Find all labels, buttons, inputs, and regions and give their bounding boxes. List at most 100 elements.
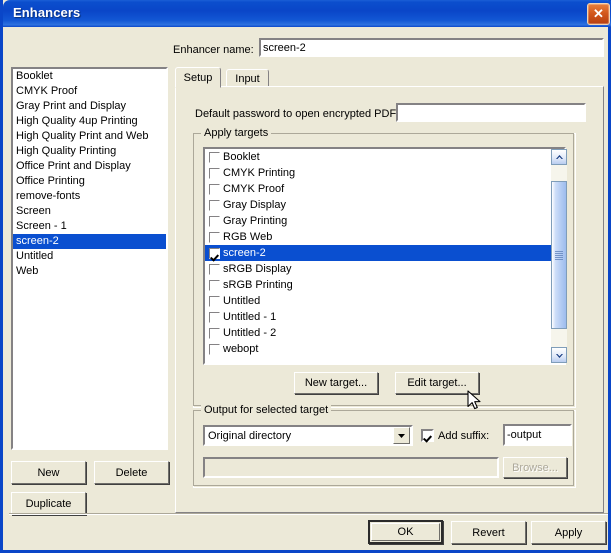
delete-button[interactable]: Delete: [94, 461, 169, 484]
enhancer-list-item[interactable]: High Quality 4up Printing: [13, 114, 166, 129]
apply-target-item[interactable]: Untitled - 2: [205, 325, 564, 341]
suffix-input[interactable]: [503, 424, 572, 446]
enhancer-list-item[interactable]: Booklet: [13, 69, 166, 84]
output-group-title: Output for selected target: [201, 404, 331, 416]
apply-target-checkbox[interactable]: [209, 312, 220, 323]
ok-button-label: OK: [398, 526, 414, 538]
ok-button[interactable]: OK: [368, 520, 443, 544]
default-password-input[interactable]: [396, 103, 586, 122]
apply-target-checkbox[interactable]: [209, 344, 220, 355]
apply-target-label: Untitled - 2: [223, 326, 276, 340]
apply-target-item[interactable]: RGB Web: [205, 229, 564, 245]
close-icon[interactable]: ✕: [587, 3, 610, 25]
edit-target-label: Edit target...: [407, 377, 466, 389]
duplicate-button-label: Duplicate: [26, 498, 72, 510]
apply-target-label: RGB Web: [223, 230, 272, 244]
apply-target-item[interactable]: Gray Printing: [205, 213, 564, 229]
enhancer-list-item[interactable]: Office Print and Display: [13, 159, 166, 174]
revert-button-label: Revert: [472, 527, 504, 539]
enhancer-list-item[interactable]: High Quality Printing: [13, 144, 166, 159]
enhancer-list-item[interactable]: Screen: [13, 204, 166, 219]
tab-label: Setup: [184, 72, 213, 84]
add-suffix-label: Add suffix:: [438, 430, 489, 442]
output-path-input[interactable]: [203, 457, 499, 478]
enhancer-list-item[interactable]: screen-2: [13, 234, 166, 249]
apply-target-checkbox[interactable]: [209, 184, 220, 195]
apply-target-label: sRGB Printing: [223, 278, 293, 292]
apply-target-item[interactable]: webopt: [205, 341, 564, 357]
apply-target-item[interactable]: Booklet: [205, 149, 564, 165]
add-suffix-checkbox-box[interactable]: [421, 429, 434, 442]
apply-target-checkbox[interactable]: [209, 232, 220, 243]
apply-target-label: CMYK Printing: [223, 166, 295, 180]
chevron-down-icon: [398, 434, 405, 438]
title-bar: Enhancers ✕: [3, 0, 611, 27]
combo-dropdown-button[interactable]: [393, 427, 410, 444]
enhancers-dialog: Enhancers ✕ Enhancer name: BookletCMYK P…: [0, 0, 611, 553]
scroll-down-button[interactable]: [551, 347, 567, 363]
new-button-label: New: [37, 467, 59, 479]
revert-button[interactable]: Revert: [451, 521, 526, 544]
apply-target-item[interactable]: CMYK Proof: [205, 181, 564, 197]
apply-target-checkbox[interactable]: [209, 200, 220, 211]
ok-button-inner: OK: [371, 523, 440, 541]
chevron-up-icon: [556, 155, 563, 160]
edit-target-button[interactable]: Edit target...: [395, 372, 479, 394]
scroll-up-button[interactable]: [551, 149, 567, 165]
apply-target-checkbox[interactable]: [209, 264, 220, 275]
apply-target-item[interactable]: Untitled: [205, 293, 564, 309]
new-target-button[interactable]: New target...: [294, 372, 378, 394]
duplicate-button[interactable]: Duplicate: [11, 492, 86, 515]
close-glyph: ✕: [588, 4, 609, 24]
enhancer-name-label: Enhancer name:: [173, 44, 254, 56]
apply-target-item[interactable]: Untitled - 1: [205, 309, 564, 325]
enhancer-list-item[interactable]: Office Printing: [13, 174, 166, 189]
apply-button-label: Apply: [555, 527, 583, 539]
apply-target-label: Booklet: [223, 150, 260, 164]
enhancer-list-item[interactable]: CMYK Proof: [13, 84, 166, 99]
scrollbar-thumb[interactable]: [551, 181, 567, 329]
apply-target-label: CMYK Proof: [223, 182, 284, 196]
enhancer-list-item[interactable]: High Quality Print and Web: [13, 129, 166, 144]
apply-target-checkbox[interactable]: [209, 280, 220, 291]
apply-target-checkbox[interactable]: [209, 216, 220, 227]
apply-target-checkbox[interactable]: [209, 328, 220, 339]
new-button[interactable]: New: [11, 461, 86, 484]
enhancer-list-item[interactable]: Web: [13, 264, 166, 279]
apply-target-checkbox[interactable]: [209, 248, 220, 259]
apply-targets-scrollbar[interactable]: [551, 149, 567, 363]
browse-button[interactable]: Browse...: [503, 457, 567, 478]
apply-target-checkbox[interactable]: [209, 296, 220, 307]
apply-target-item[interactable]: sRGB Display: [205, 261, 564, 277]
apply-target-label: Gray Display: [223, 198, 286, 212]
apply-targets-list[interactable]: Booklet CMYK Printing CMYK Proof Gray Displ…: [203, 147, 566, 365]
apply-target-item[interactable]: screen-2: [205, 245, 564, 261]
output-directory-value: Original directory: [205, 430, 393, 442]
delete-button-label: Delete: [116, 467, 148, 479]
enhancer-name-input[interactable]: [259, 38, 604, 57]
add-suffix-checkbox[interactable]: Add suffix:: [421, 429, 489, 442]
apply-button[interactable]: Apply: [531, 521, 606, 544]
apply-target-item[interactable]: Gray Display: [205, 197, 564, 213]
apply-target-label: Untitled: [223, 294, 260, 308]
tab-setup[interactable]: Setup: [175, 67, 221, 88]
output-directory-combo[interactable]: Original directory: [203, 425, 413, 446]
apply-target-label: webopt: [223, 342, 258, 356]
new-target-label: New target...: [305, 377, 367, 389]
apply-target-checkbox[interactable]: [209, 152, 220, 163]
default-password-label: Default password to open encrypted PDF's…: [195, 108, 407, 120]
apply-target-label: Untitled - 1: [223, 310, 276, 324]
enhancer-list[interactable]: BookletCMYK ProofGray Print and DisplayH…: [11, 67, 168, 450]
apply-target-item[interactable]: CMYK Printing: [205, 165, 564, 181]
enhancer-list-item[interactable]: Screen - 1: [13, 219, 166, 234]
enhancer-list-item[interactable]: Untitled: [13, 249, 166, 264]
browse-button-label: Browse...: [512, 462, 558, 474]
apply-target-label: sRGB Display: [223, 262, 291, 276]
footer-separator: [9, 513, 608, 515]
tab-label: Input: [235, 73, 259, 85]
apply-target-item[interactable]: sRGB Printing: [205, 277, 564, 293]
enhancer-list-item[interactable]: remove-fonts: [13, 189, 166, 204]
apply-target-checkbox[interactable]: [209, 168, 220, 179]
enhancer-list-item[interactable]: Gray Print and Display: [13, 99, 166, 114]
chevron-down-icon: [556, 353, 563, 358]
